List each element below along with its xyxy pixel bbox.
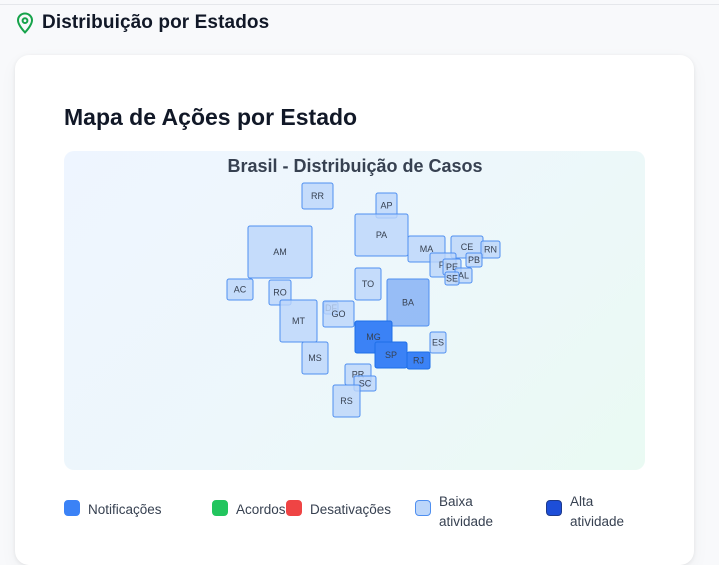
state-am[interactable]: AM [247, 225, 313, 279]
state-pa[interactable]: PA [354, 213, 409, 257]
legend-swatch [286, 500, 302, 516]
state-label-rn: RN [484, 245, 497, 255]
map-title: Brasil - Distribuição de Casos [227, 156, 482, 176]
legend-item-alta-atividade: Alta atividade [546, 494, 632, 532]
state-label-mt: MT [292, 316, 305, 326]
card-title: Mapa de Ações por Estado [64, 104, 358, 130]
legend-label: Acordos [236, 502, 286, 517]
state-pb[interactable]: PB [465, 252, 483, 268]
state-label-sp: SP [385, 350, 397, 360]
state-to[interactable]: TO [354, 267, 382, 301]
state-label-ce: CE [461, 242, 474, 252]
state-label-pb: PB [468, 255, 480, 265]
legend-swatch [64, 500, 80, 516]
state-label-ac: AC [234, 285, 247, 295]
state-label-ba: BA [402, 298, 414, 308]
legend-item-baixa-atividade: Baixa atividade [415, 494, 501, 532]
state-ba[interactable]: BA [386, 278, 430, 327]
state-label-se: SE [446, 274, 458, 284]
state-label-sc: SC [359, 379, 372, 389]
state-label-to: TO [362, 279, 374, 289]
state-ac[interactable]: AC [226, 278, 254, 301]
state-go[interactable]: GO [322, 300, 355, 328]
state-label-ap: AP [380, 201, 392, 211]
state-rs[interactable]: RS [332, 384, 361, 418]
state-rr[interactable]: RR [301, 182, 334, 210]
brazil-map: Brasil - Distribuição de Casos RR AP AM PA M… [64, 151, 645, 470]
legend-label: Notificações [88, 502, 162, 517]
state-rj[interactable]: RJ [406, 351, 431, 370]
map-card: Mapa de Ações por Estado Brasil - Distri… [15, 55, 694, 565]
state-ms[interactable]: MS [301, 341, 329, 375]
legend-label: Desativações [310, 502, 392, 517]
legend-swatch [415, 500, 431, 516]
state-label-am: AM [273, 247, 287, 257]
legend-label: Baixa atividade [439, 494, 494, 529]
state-label-ma: MA [420, 244, 434, 254]
legend-label: Alta atividade [570, 494, 625, 529]
state-label-rs: RS [340, 396, 353, 406]
section-title: Distribuição por Estados [42, 12, 270, 33]
state-label-pa: PA [376, 230, 387, 240]
state-rn[interactable]: RN [480, 240, 501, 259]
legend-item-acordos: Acordos [212, 500, 286, 520]
section-header: Distribuição por Estados [16, 12, 269, 34]
state-mt[interactable]: MT [279, 299, 318, 343]
state-label-mg: MG [366, 332, 381, 342]
legend-swatch [212, 500, 228, 516]
state-label-es: ES [432, 338, 444, 348]
state-label-ms: MS [308, 353, 322, 363]
state-label-ro: RO [273, 288, 287, 298]
legend-item-notificações: Notificações [64, 500, 162, 520]
map-pin-icon [16, 12, 34, 34]
top-divider [0, 4, 719, 5]
state-label-al: AL [458, 271, 469, 281]
state-sp[interactable]: SP [374, 341, 408, 369]
legend-swatch [546, 500, 562, 516]
legend-item-desativações: Desativações [286, 500, 391, 520]
state-es[interactable]: ES [429, 331, 447, 354]
state-label-rj: RJ [413, 356, 424, 366]
brazil-map-svg: Brasil - Distribuição de Casos RR AP AM PA M… [226, 156, 501, 418]
state-label-rr: RR [311, 191, 324, 201]
state-label-go: GO [331, 309, 345, 319]
map-legend: Notificações Acordos Desativações Baixa ati… [64, 488, 664, 529]
state-se[interactable]: SE [444, 271, 460, 286]
states-layer: RRAPAMPAMACERNPBPIPEALSEACROTOBAMTDFGOMG… [226, 182, 501, 418]
